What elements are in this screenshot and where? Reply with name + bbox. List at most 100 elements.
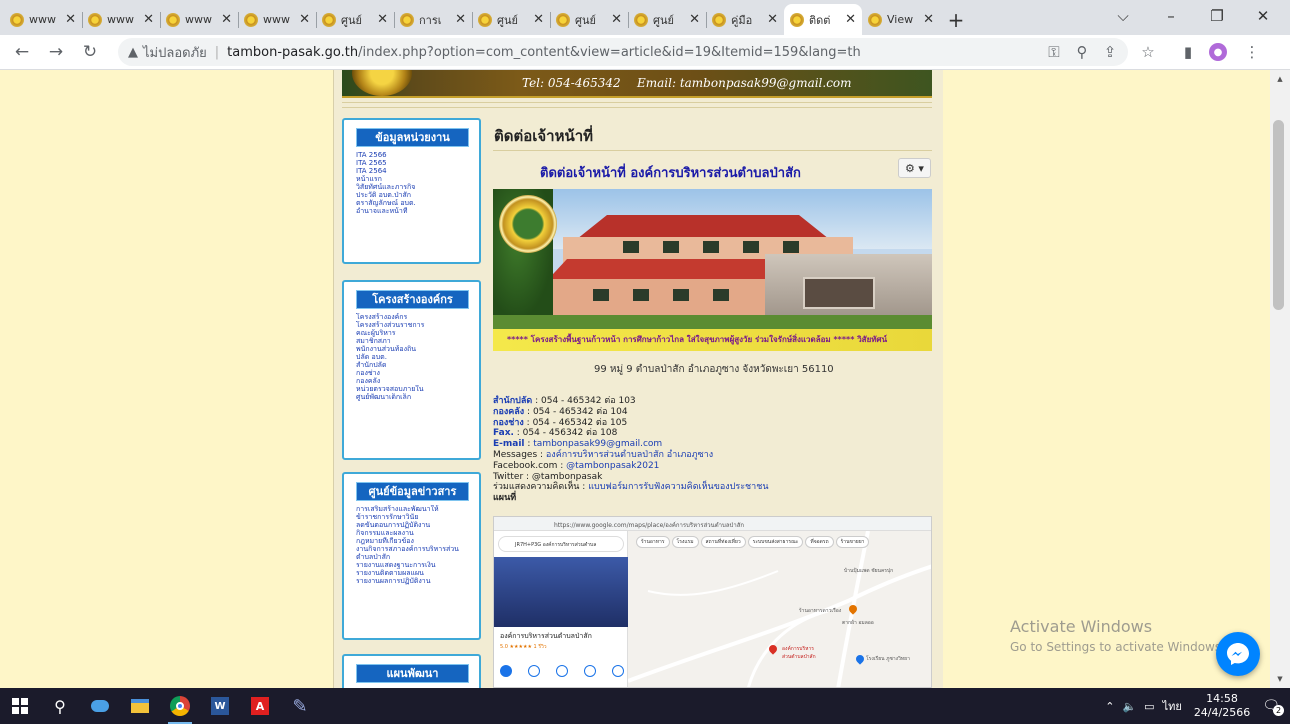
article-options-button[interactable]: ⚙ ▾ xyxy=(898,158,931,178)
tab-close-icon[interactable]: ✕ xyxy=(611,12,622,27)
tab-close-icon[interactable]: ✕ xyxy=(65,12,76,27)
messages-link[interactable]: องค์การบริหารส่วนตำบลป่าสัก อำเภอภูซาง xyxy=(546,450,713,460)
sidebar-item[interactable]: โครงสร้างองค์กร xyxy=(356,313,474,321)
sidebar-item[interactable]: กิจกรรมและผลงาน xyxy=(356,529,474,537)
address-bar[interactable]: ▲ ไม่ปลอดภัย | tambon-pasak.go.th/index.… xyxy=(118,38,1128,66)
language-indicator[interactable]: ไทย xyxy=(1163,697,1182,715)
browser-tab[interactable]: View ✕ xyxy=(862,4,940,35)
taskbar-app-1[interactable] xyxy=(80,688,120,724)
sidebar-item[interactable]: ลดขั้นตอนการปฏิบัติงาน xyxy=(356,521,474,529)
tab-close-icon[interactable]: ✕ xyxy=(923,12,934,27)
sidebar-item[interactable]: ITA 2564 xyxy=(356,167,474,175)
back-button[interactable]: ← xyxy=(8,38,36,66)
browser-tab[interactable]: www ✕ xyxy=(238,4,316,35)
clock[interactable]: 14:58 24/4/2566 xyxy=(1194,692,1250,720)
facebook-link[interactable]: @tambonpasak2021 xyxy=(566,461,659,471)
twitter-row: Twitter : @tambonpasak xyxy=(493,472,768,483)
zoom-icon[interactable]: ⚲ xyxy=(1068,38,1096,66)
browser-tab[interactable]: คู่มือ ✕ xyxy=(706,4,784,35)
sidebar-item[interactable]: ปลัด อบต. xyxy=(356,353,474,361)
warning-icon[interactable]: ▲ xyxy=(128,45,138,60)
start-button[interactable] xyxy=(0,688,40,724)
notification-icon[interactable]: 🗨 2 xyxy=(1262,698,1284,716)
sidebar-item[interactable]: หน่วยตรวจสอบภายใน xyxy=(356,385,474,393)
taskbar-chrome[interactable] xyxy=(160,688,200,724)
sidebar-item[interactable]: ประวัติ อบต.ป่าสัก xyxy=(356,191,474,199)
new-tab-button[interactable]: + xyxy=(940,4,972,35)
taskbar-app-paint[interactable]: ✎ xyxy=(280,688,320,724)
security-label[interactable]: ไม่ปลอดภัย xyxy=(143,42,207,63)
sidebar-item[interactable]: โครงสร้างส่วนราชการ xyxy=(356,321,474,329)
browser-tab[interactable]: การเ ✕ xyxy=(394,4,472,35)
sidebar-item[interactable]: คณะผู้บริหาร xyxy=(356,329,474,337)
sidebar-item[interactable]: หน้าแรก xyxy=(356,175,474,183)
sidebar-item[interactable]: กองคลัง xyxy=(356,377,474,385)
browser-tab[interactable]: ติดต่ ✕ xyxy=(784,4,862,35)
sidebar-item[interactable]: สมาชิกสภา xyxy=(356,337,474,345)
browser-tab[interactable]: www ✕ xyxy=(160,4,238,35)
sidebar-item[interactable]: การเสริมสร้างและพัฒนาให้ xyxy=(356,505,474,513)
sidebar-item[interactable]: ตำบลป่าสัก xyxy=(356,553,474,561)
sidebar-item[interactable]: วิสัยทัศน์และภารกิจ xyxy=(356,183,474,191)
taskbar-word[interactable]: W xyxy=(200,688,240,724)
taskbar-acrobat[interactable]: A xyxy=(240,688,280,724)
browser-tab[interactable]: ศูนย์ ✕ xyxy=(316,4,394,35)
forward-button[interactable]: → xyxy=(42,38,70,66)
sidebar-item[interactable]: ITA 2565 xyxy=(356,159,474,167)
scrollbar-thumb[interactable] xyxy=(1273,120,1284,310)
sidebar-item[interactable]: ข้าราชการรักษาวินัย xyxy=(356,513,474,521)
restore-button[interactable]: ❐ xyxy=(1194,0,1240,32)
feedback-link[interactable]: แบบฟอร์มการรับฟังความคิดเห็นของประชาชน xyxy=(588,482,768,492)
tab-close-icon[interactable]: ✕ xyxy=(533,12,544,27)
tab-search-icon[interactable]: ⌵ xyxy=(1100,0,1146,32)
email-link[interactable]: tambonpasak99@gmail.com xyxy=(533,439,662,449)
taskbar-file-explorer[interactable] xyxy=(120,688,160,724)
tab-close-icon[interactable]: ✕ xyxy=(221,12,232,27)
tab-close-icon[interactable]: ✕ xyxy=(299,12,310,27)
bookmark-star-icon[interactable]: ☆ xyxy=(1134,38,1162,66)
feedback-row: ร่วมแสดงความคิดเห็น : แบบฟอร์มการรับฟังค… xyxy=(493,482,768,493)
browser-tab[interactable]: ศูนย์ ✕ xyxy=(472,4,550,35)
article-heading[interactable]: ติดต่อเจ้าหน้าที่ องค์การบริหารส่วนตำบลป… xyxy=(540,162,801,183)
sidebar-item[interactable]: พนักงานส่วนท้องถิ่น xyxy=(356,345,474,353)
browser-tab[interactable]: www ✕ xyxy=(4,4,82,35)
sidebar-item[interactable]: สำนักปลัด xyxy=(356,361,474,369)
sidebar-item[interactable]: ศูนย์พัฒนาเด็กเล็ก xyxy=(356,393,474,401)
sidebar-item[interactable]: กองช่าง xyxy=(356,369,474,377)
sidebar-item[interactable]: รายงานแสดงฐานะการเงิน xyxy=(356,561,474,569)
divider xyxy=(342,107,932,108)
tab-close-icon[interactable]: ✕ xyxy=(845,12,856,27)
scroll-down-icon[interactable]: ▼ xyxy=(1270,672,1290,686)
sidebar-item[interactable]: งานกิจการสภาองค์การบริหารส่วน xyxy=(356,545,474,553)
sidebar-item[interactable]: ITA 2566 xyxy=(356,151,474,159)
network-icon[interactable]: ▭ xyxy=(1144,700,1154,713)
sidebar-item[interactable]: รายงานผลการปฏิบัติงาน xyxy=(356,577,474,585)
tray-overflow-icon[interactable]: ⌃ xyxy=(1105,700,1114,713)
browser-tab[interactable]: www ✕ xyxy=(82,4,160,35)
tab-close-icon[interactable]: ✕ xyxy=(767,12,778,27)
minimize-button[interactable]: – xyxy=(1148,0,1194,32)
reload-button[interactable]: ↻ xyxy=(76,38,104,66)
scroll-up-icon[interactable]: ▲ xyxy=(1270,72,1290,86)
sidebar-item[interactable]: ตราสัญลักษณ์ อบต. xyxy=(356,199,474,207)
messenger-chat-button[interactable] xyxy=(1216,632,1260,676)
share-icon[interactable]: ⇪ xyxy=(1096,38,1124,66)
taskbar-search-button[interactable]: ⚲ xyxy=(40,688,80,724)
close-window-button[interactable]: ✕ xyxy=(1240,0,1286,32)
profile-avatar[interactable]: ● xyxy=(1204,38,1232,66)
menu-icon[interactable]: ⋮ xyxy=(1238,38,1266,66)
browser-tab[interactable]: ศูนย์ ✕ xyxy=(550,4,628,35)
browser-tab[interactable]: ศูนย์ ✕ xyxy=(628,4,706,35)
sidebar-item[interactable]: รายงานติดตามผลแผน xyxy=(356,569,474,577)
key-icon[interactable]: ⚿ xyxy=(1040,38,1068,66)
tab-close-icon[interactable]: ✕ xyxy=(455,12,466,27)
side-panel-icon[interactable]: ▮ xyxy=(1174,38,1202,66)
volume-icon[interactable]: 🔈 xyxy=(1122,700,1136,713)
sidebar-item[interactable]: อำนาจและหน้าที่ xyxy=(356,207,474,215)
tab-close-icon[interactable]: ✕ xyxy=(689,12,700,27)
map-image[interactable]: https://www.google.com/maps/place/องค์กา… xyxy=(493,516,932,688)
tab-close-icon[interactable]: ✕ xyxy=(377,12,388,27)
sidebar-item[interactable]: กฎหมายที่เกี่ยวข้อง xyxy=(356,537,474,545)
photo-window xyxy=(633,289,649,301)
tab-close-icon[interactable]: ✕ xyxy=(143,12,154,27)
